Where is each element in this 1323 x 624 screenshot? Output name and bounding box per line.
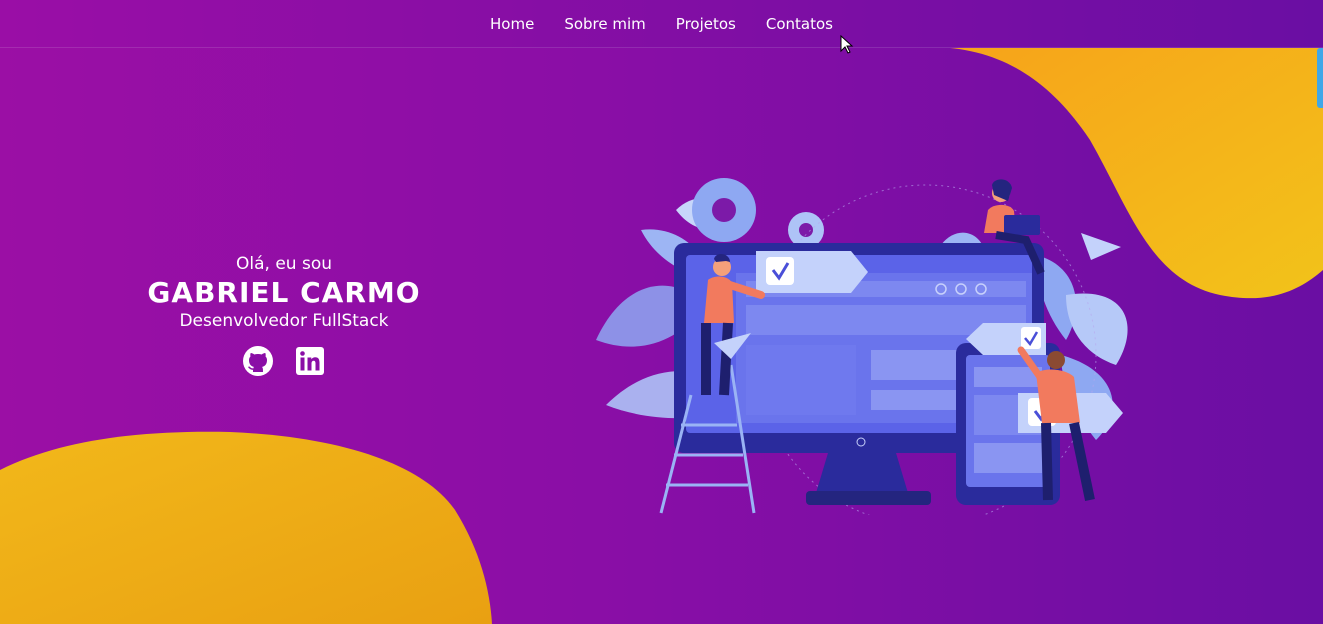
hero-name: GABRIEL CARMO	[147, 276, 421, 309]
social-links	[110, 345, 458, 377]
nav-link-projetos[interactable]: Projetos	[676, 15, 736, 33]
linkedin-icon	[296, 347, 324, 375]
nav-link-contatos[interactable]: Contatos	[766, 15, 833, 33]
mouse-cursor-icon	[840, 35, 854, 54]
linkedin-link[interactable]	[294, 345, 326, 377]
github-icon	[243, 346, 273, 376]
nav-link-home[interactable]: Home	[490, 15, 534, 33]
hero-section: Olá, eu sou GABRIEL CARMO Desenvolvedor …	[110, 254, 458, 377]
hero-role: Desenvolvedor FullStack	[179, 311, 389, 331]
github-link[interactable]	[242, 345, 274, 377]
top-navbar: Home Sobre mim Projetos Contatos	[0, 0, 1323, 48]
hero-greeting: Olá, eu sou	[236, 254, 332, 274]
developers-illustration	[596, 178, 1128, 515]
nav-link-sobre-mim[interactable]: Sobre mim	[564, 15, 645, 33]
scrollbar-thumb[interactable]	[1317, 48, 1323, 108]
